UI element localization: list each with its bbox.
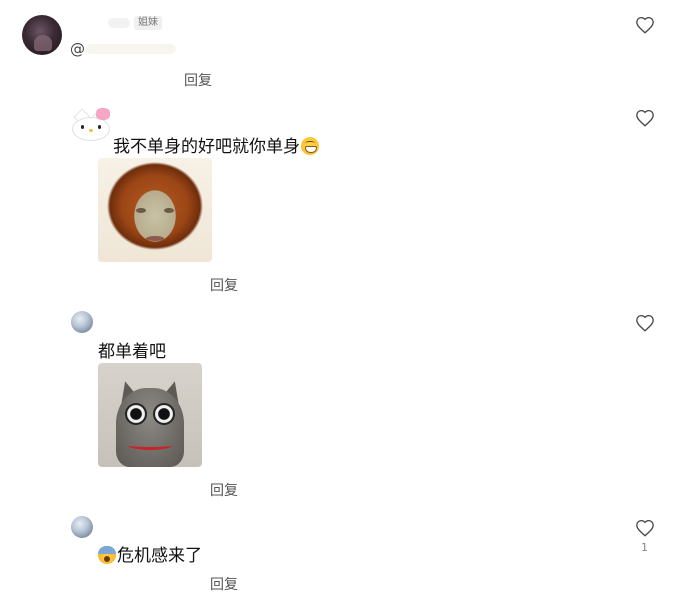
avatar[interactable] [22,15,62,55]
reply-button[interactable]: 回复 [210,574,238,594]
fearful-emoji-icon [98,546,116,564]
heart-icon[interactable] [635,314,655,332]
comment-text-content: 我不单身的好吧就你单身 [113,137,300,157]
comment-text: 我不单身的好吧就你单身 [113,132,319,157]
cat-body [116,388,184,467]
comment-text: 都单着吧 [98,342,166,362]
sticker-eye [164,208,174,213]
kitty-bow-icon [96,108,110,120]
avatar[interactable] [71,516,93,538]
sticker-eye [136,208,146,213]
heart-icon[interactable] [635,16,655,34]
cat-collar [128,441,172,450]
kitty-eye [98,125,101,129]
mention-text: @ [70,40,85,58]
cat-eye [153,403,175,425]
username-placeholder [108,18,130,28]
avatar[interactable] [71,311,93,333]
avatar[interactable] [70,105,110,141]
sticker-image[interactable] [98,363,202,467]
like-count: 1 [641,541,648,554]
reply-button[interactable]: 回复 [210,275,238,295]
comment-text-content: 危机感来了 [117,546,202,566]
heart-icon[interactable] [635,519,655,537]
user-tag-badge: 姐妹 [134,16,162,30]
grinning-emoji-icon [301,137,319,155]
comment-text: 危机感来了 [98,541,202,566]
kitty-eye [81,125,84,129]
sticker-mouth [146,236,164,241]
kitty-nose [89,129,93,132]
reply-button[interactable]: 回复 [184,70,212,90]
cat-eye [125,403,147,425]
reply-button[interactable]: 回复 [210,480,238,500]
sticker-image[interactable] [98,158,212,262]
mention-placeholder [86,44,176,54]
heart-icon[interactable] [635,109,655,127]
